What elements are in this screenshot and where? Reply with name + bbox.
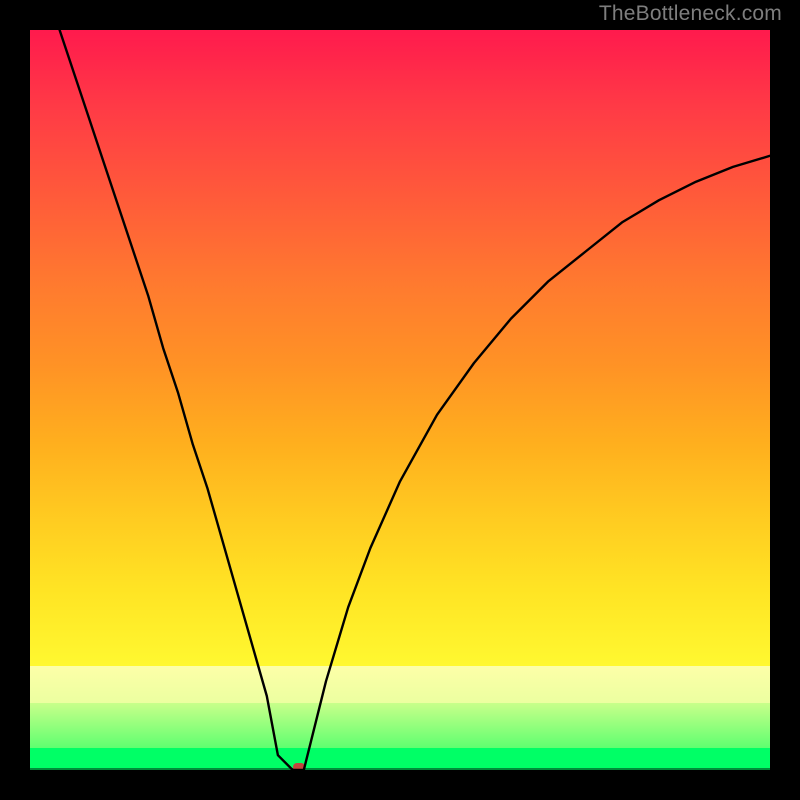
plot-area [30,30,770,770]
curve-svg [30,30,770,770]
chart-frame: TheBottleneck.com [0,0,800,800]
watermark-text: TheBottleneck.com [599,2,782,26]
bottleneck-curve-path [60,30,770,770]
